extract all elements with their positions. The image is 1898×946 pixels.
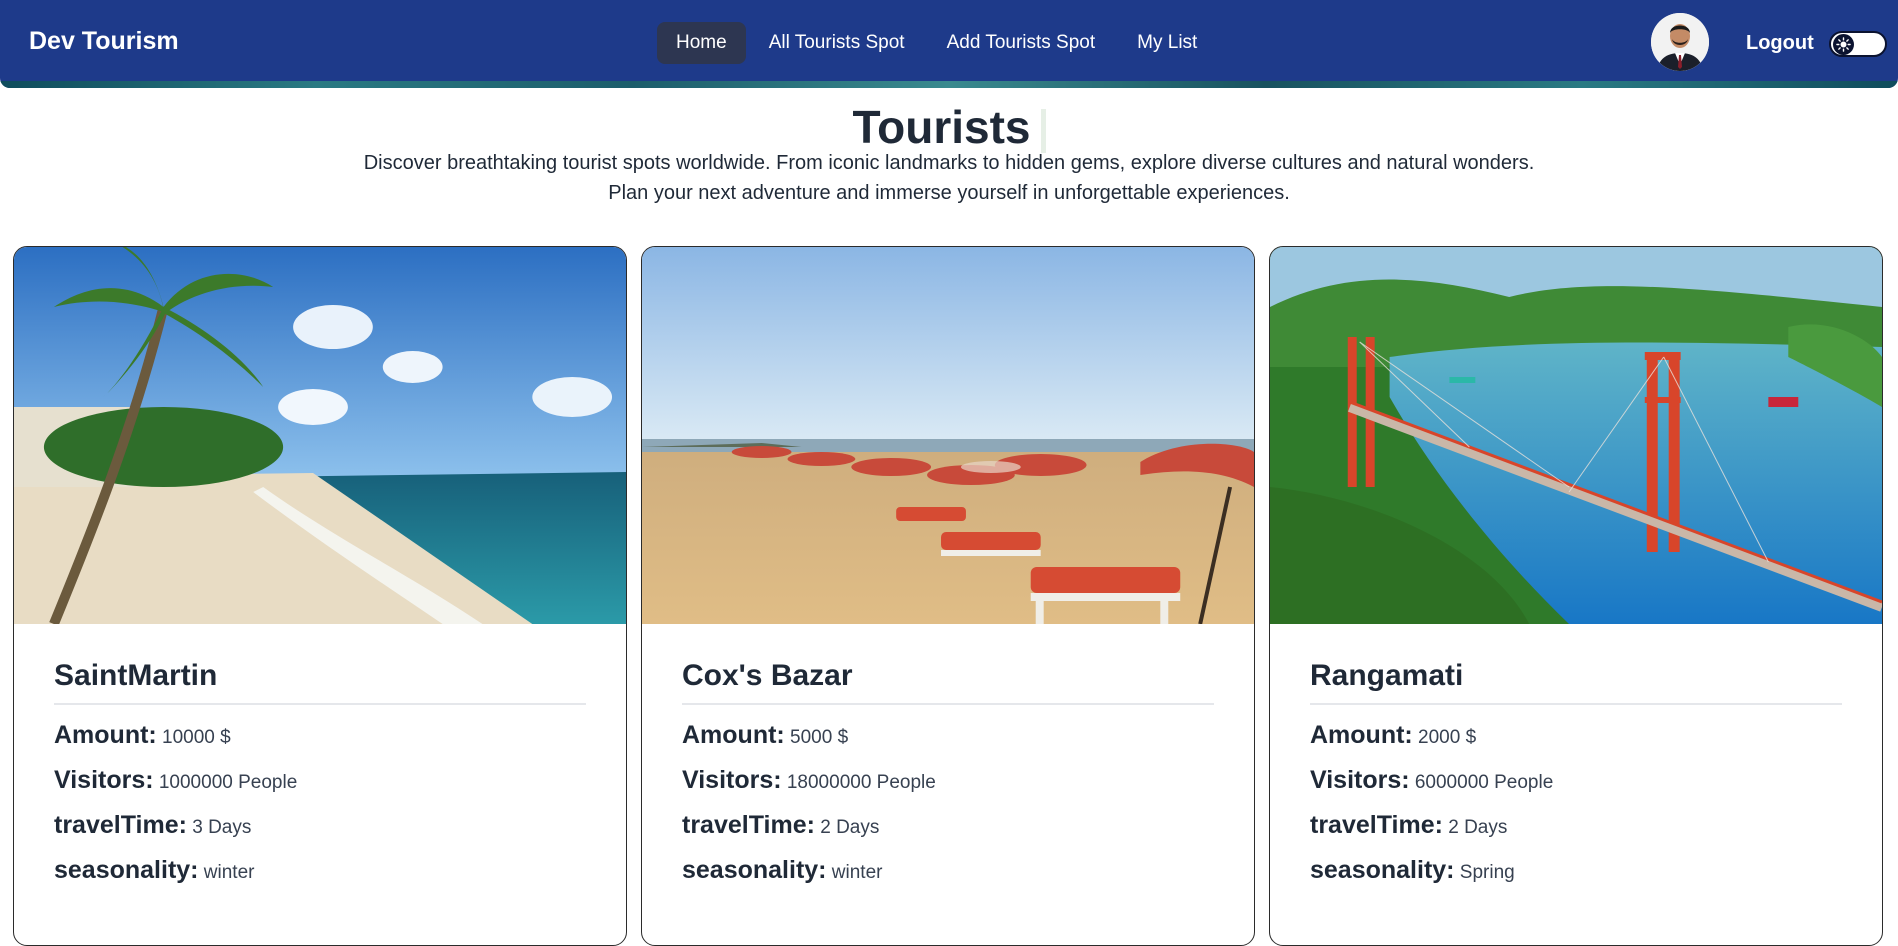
user-avatar[interactable]: [1651, 13, 1709, 71]
amount-value: 2000 $: [1418, 727, 1477, 748]
seasonality-label: seasonality:: [682, 856, 827, 884]
spot-image-coxs-bazar: [642, 247, 1254, 624]
travel-time-value: 2 Days: [820, 817, 880, 838]
seasonality-value: winter: [831, 862, 883, 883]
spot-visitors: Visitors: 6000000 People: [1310, 766, 1842, 795]
spot-image-rangamati: [1270, 247, 1882, 624]
page-title: Tourists: [0, 100, 1898, 154]
visitors-label: Visitors:: [54, 766, 154, 794]
visitors-value: 18000000 People: [786, 772, 936, 793]
amount-value: 5000 $: [790, 727, 849, 748]
amount-label: Amount:: [1310, 721, 1413, 749]
spot-travel-time: travelTime: 3 Days: [54, 811, 586, 840]
amount-label: Amount:: [682, 721, 785, 749]
intro-line-1: Discover breathtaking tourist spots worl…: [363, 152, 1535, 174]
spot-name: Rangamati: [1310, 659, 1842, 705]
brand-logo[interactable]: Dev Tourism: [29, 27, 179, 56]
nav-link-home[interactable]: Home: [657, 22, 746, 64]
spot-visitors: Visitors: 1000000 People: [54, 766, 586, 795]
nav-link-all-tourists-spot[interactable]: All Tourists Spot: [750, 22, 924, 64]
intro-line-2: Plan your next adventure and immerse you…: [608, 182, 1290, 204]
seasonality-label: seasonality:: [1310, 856, 1455, 884]
intro-text: Discover breathtaking tourist spots worl…: [240, 148, 1658, 208]
travel-time-label: travelTime:: [682, 811, 815, 839]
spot-visitors: Visitors: 18000000 People: [682, 766, 1214, 795]
nav-link-add-tourists-spot[interactable]: Add Tourists Spot: [928, 22, 1115, 64]
theme-toggle[interactable]: [1829, 31, 1887, 57]
spot-amount: Amount: 5000 $: [682, 721, 1214, 750]
spot-seasonality: seasonality: winter: [54, 856, 586, 885]
amount-value: 10000 $: [162, 727, 231, 748]
travel-time-label: travelTime:: [1310, 811, 1443, 839]
spot-card[interactable]: Cox's Bazar Amount: 5000 $ Visitors: 180…: [641, 246, 1255, 946]
spot-seasonality: seasonality: winter: [682, 856, 1214, 885]
spot-card-body: SaintMartin Amount: 10000 $ Visitors: 10…: [54, 659, 586, 901]
spot-name: Cox's Bazar: [682, 659, 1214, 705]
spot-card-body: Cox's Bazar Amount: 5000 $ Visitors: 180…: [682, 659, 1214, 901]
spot-seasonality: seasonality: Spring: [1310, 856, 1842, 885]
nav-links: Home All Tourists Spot Add Tourists Spot…: [657, 22, 1216, 64]
typing-cursor: [1040, 108, 1046, 153]
spot-travel-time: travelTime: 2 Days: [1310, 811, 1842, 840]
travel-time-value: 3 Days: [192, 817, 252, 838]
spot-card[interactable]: Rangamati Amount: 2000 $ Visitors: 60000…: [1269, 246, 1883, 946]
travel-time-label: travelTime:: [54, 811, 187, 839]
visitors-label: Visitors:: [1310, 766, 1410, 794]
spot-amount: Amount: 2000 $: [1310, 721, 1842, 750]
nav-link-my-list[interactable]: My List: [1118, 22, 1216, 64]
page-title-text: Tourists: [852, 101, 1031, 153]
sun-icon: [1833, 34, 1854, 55]
spot-name: SaintMartin: [54, 659, 586, 705]
logout-button[interactable]: Logout: [1746, 32, 1814, 55]
seasonality-label: seasonality:: [54, 856, 199, 884]
seasonality-value: winter: [203, 862, 255, 883]
seasonality-value: Spring: [1459, 862, 1515, 883]
amount-label: Amount:: [54, 721, 157, 749]
spot-card-body: Rangamati Amount: 2000 $ Visitors: 60000…: [1310, 659, 1842, 901]
spot-amount: Amount: 10000 $: [54, 721, 586, 750]
navbar: Dev Tourism Home All Tourists Spot Add T…: [0, 0, 1898, 88]
spot-travel-time: travelTime: 2 Days: [682, 811, 1214, 840]
visitors-label: Visitors:: [682, 766, 782, 794]
visitors-value: 6000000 People: [1414, 772, 1554, 793]
travel-time-value: 2 Days: [1448, 817, 1508, 838]
spot-card[interactable]: SaintMartin Amount: 10000 $ Visitors: 10…: [13, 246, 627, 946]
visitors-value: 1000000 People: [158, 772, 298, 793]
spot-image-saintmartin: [14, 247, 626, 624]
